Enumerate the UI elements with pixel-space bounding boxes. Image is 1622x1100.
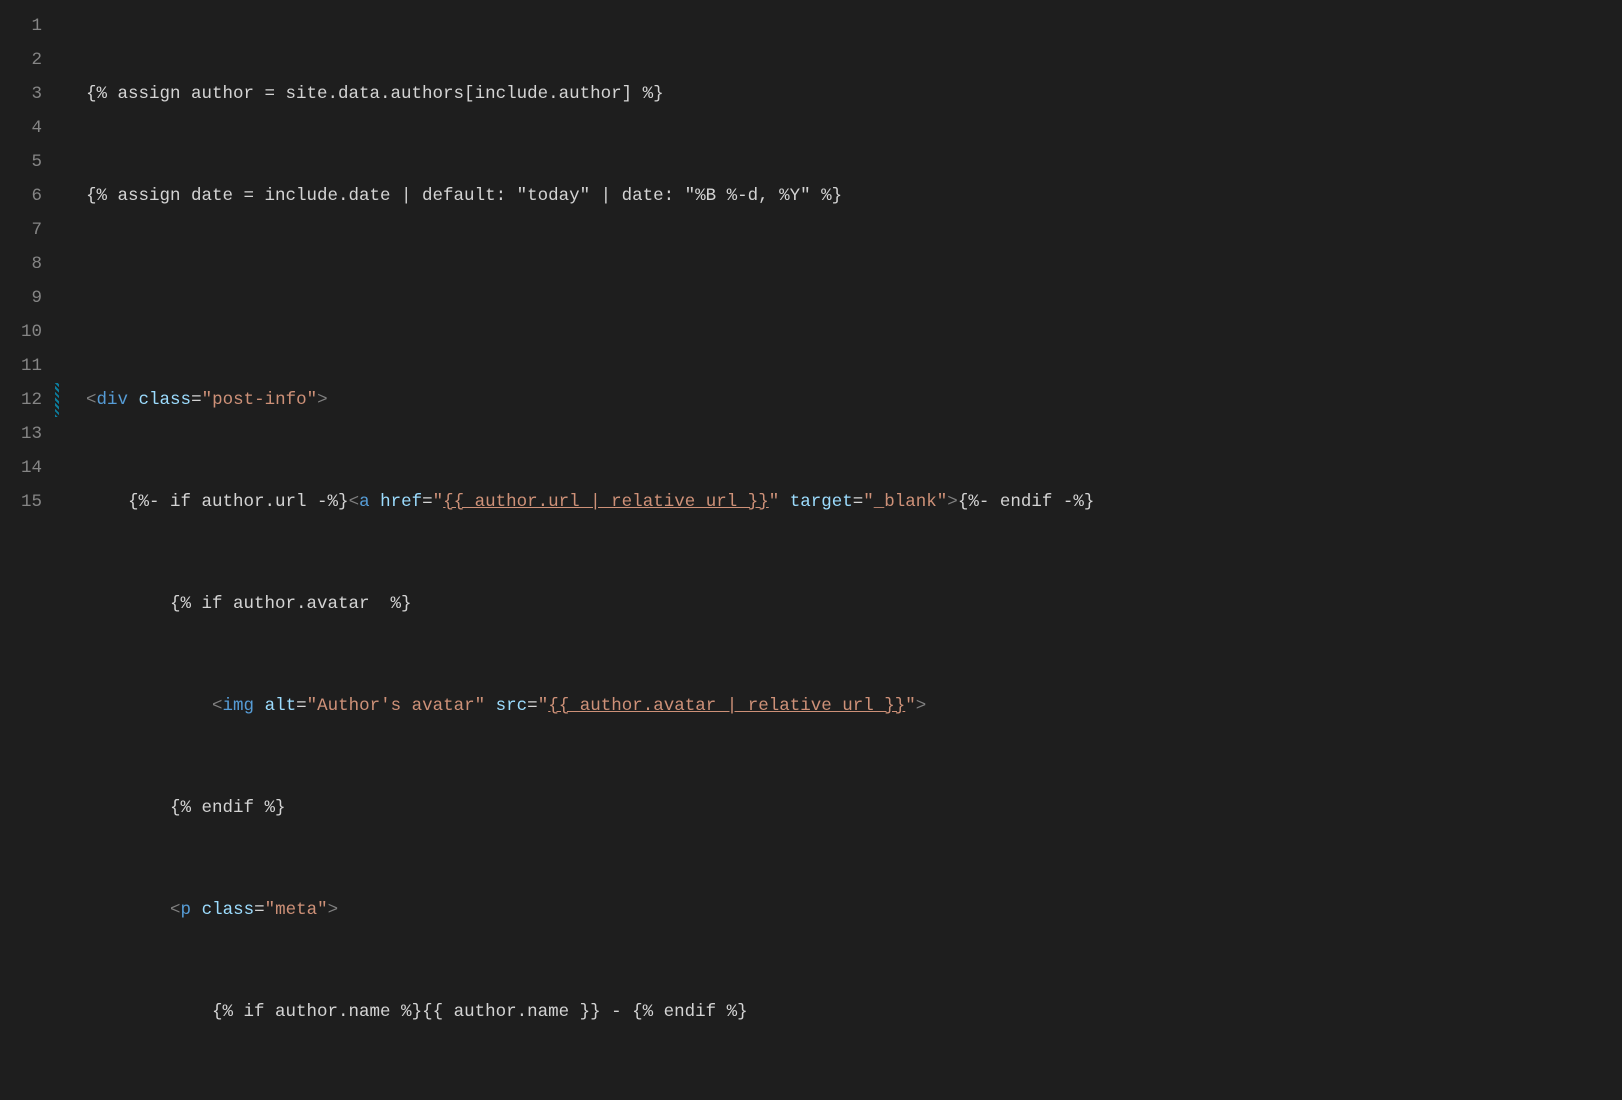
line-number: 12 (0, 383, 42, 417)
code-line: {% assign date = include.date | default:… (86, 179, 1622, 213)
line-number: 13 (0, 417, 42, 451)
space (370, 492, 381, 512)
code-line: {% endif %} (86, 791, 1622, 825)
code-area[interactable]: {% assign author = site.data.authors[inc… (66, 0, 1622, 550)
quote: " (433, 492, 444, 512)
line-number-gutter: 1 2 3 4 5 6 7 8 9 10 11 12 13 14 15 (0, 0, 66, 550)
angle-bracket: < (212, 696, 223, 716)
string: "post-info" (202, 390, 318, 410)
code-line: {% assign x = date | date: "%m" | minus:… (86, 1097, 1622, 1100)
equals: = (296, 696, 307, 716)
code-line (86, 281, 1622, 315)
code-line: <div class="post-info"> (86, 383, 1622, 417)
code-line: {% assign author = site.data.authors[inc… (86, 77, 1622, 111)
line-number: 1 (0, 9, 42, 43)
html-tag: a (359, 492, 370, 512)
angle-bracket: < (170, 900, 181, 920)
line-number: 3 (0, 77, 42, 111)
indent (86, 696, 212, 716)
equals: = (422, 492, 433, 512)
link-value[interactable]: {{ author.avatar | relative_url }} (548, 696, 905, 716)
html-attr: src (496, 696, 528, 716)
html-attr: href (380, 492, 422, 512)
indent (86, 1002, 212, 1022)
code-line: <img alt="Author's avatar" src="{{ autho… (86, 689, 1622, 723)
link-value[interactable]: {{ author.url | relative_url }} (443, 492, 769, 512)
html-tag: img (223, 696, 255, 716)
code-line: {% if author.avatar %} (86, 587, 1622, 621)
space (254, 696, 265, 716)
html-attr: target (790, 492, 853, 512)
quote: " (769, 492, 780, 512)
code-line: {% if author.name %}{{ author.name }} - … (86, 995, 1622, 1029)
line-number: 10 (0, 315, 42, 349)
equals: = (527, 696, 538, 716)
space (128, 390, 139, 410)
space (485, 696, 496, 716)
space (191, 900, 202, 920)
indent (86, 900, 170, 920)
code-editor: 1 2 3 4 5 6 7 8 9 10 11 12 13 14 15 {% a… (0, 0, 1622, 550)
angle-bracket: > (328, 900, 339, 920)
line-number: 5 (0, 145, 42, 179)
angle-bracket: > (317, 390, 328, 410)
gutter-modified-marker (55, 383, 59, 417)
indent (86, 492, 128, 512)
html-tag: div (97, 390, 129, 410)
equals: = (853, 492, 864, 512)
line-number: 6 (0, 179, 42, 213)
liquid-tag: {%- if author.url -%} (128, 492, 349, 512)
html-attr: class (202, 900, 255, 920)
angle-bracket: > (916, 696, 927, 716)
quote: " (905, 696, 916, 716)
string: "Author's avatar" (307, 696, 486, 716)
space (779, 492, 790, 512)
liquid-output: {% if author.name %}{{ author.name }} - … (212, 1002, 748, 1022)
liquid-tag: {% assign author = site.data.authors[inc… (86, 84, 664, 104)
quote: " (538, 696, 549, 716)
line-number: 7 (0, 213, 42, 247)
string: "_blank" (863, 492, 947, 512)
line-number: 15 (0, 485, 42, 519)
html-attr: class (139, 390, 192, 410)
line-number: 2 (0, 43, 42, 77)
line-number: 9 (0, 281, 42, 315)
line-number: 14 (0, 451, 42, 485)
liquid-tag: {% assign date = include.date | default:… (86, 186, 842, 206)
liquid-tag: {% endif %} (170, 798, 286, 818)
html-tag: p (181, 900, 192, 920)
code-line: <p class="meta"> (86, 893, 1622, 927)
line-number: 4 (0, 111, 42, 145)
equals: = (254, 900, 265, 920)
line-number: 8 (0, 247, 42, 281)
line-number: 11 (0, 349, 42, 383)
html-attr: alt (265, 696, 297, 716)
equals: = (191, 390, 202, 410)
string: "meta" (265, 900, 328, 920)
liquid-tag: {%- endif -%} (958, 492, 1095, 512)
indent (86, 594, 170, 614)
angle-bracket: < (349, 492, 360, 512)
angle-bracket: < (86, 390, 97, 410)
liquid-tag: {% if author.avatar %} (170, 594, 412, 614)
code-line: {%- if author.url -%}<a href="{{ author.… (86, 485, 1622, 519)
indent (86, 798, 170, 818)
angle-bracket: > (947, 492, 958, 512)
